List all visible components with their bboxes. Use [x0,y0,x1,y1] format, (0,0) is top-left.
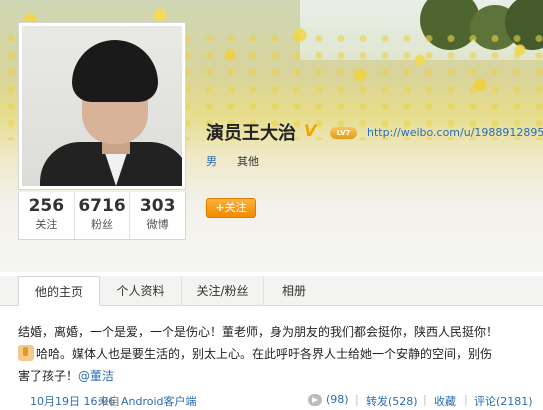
post-meta: 10月19日 16:06 来自 Android客户端 (98) | 转发(528… [0,389,543,410]
post-text: 结婚，离婚，一个是爱，一个是伤心！董老师，身为朋友的我们都会挺你，陕西人民挺你！… [18,321,538,387]
profile-location: 其他 [237,155,259,168]
comment-link[interactable]: 评论(2181) [474,393,533,409]
audio-icon[interactable] [308,394,322,406]
avatar-frame[interactable] [18,22,186,190]
stat-posts-label[interactable]: 微博 [130,217,185,233]
audio-count[interactable]: (98) [326,393,349,406]
favorite-link[interactable]: 收藏 [434,393,456,409]
stat-followers-label[interactable]: 粉丝 [75,217,130,233]
stat-following[interactable]: 256 关注 [19,192,74,239]
avatar-hair [72,40,158,102]
stat-following-count[interactable]: 256 [19,195,74,217]
post-text-line: 害了孩子！@董洁 [18,365,538,387]
separator: | [423,393,427,406]
thumbs-up-icon [18,345,34,361]
stat-following-label[interactable]: 关注 [19,217,74,233]
profile-tabs: 他的主页 个人资料 关注/粉丝 相册 [0,276,543,306]
profile-stats: 256 关注 6716 粉丝 303 微博 [18,192,186,240]
post-text-line: 结婚，离婚，一个是爱，一个是伤心！董老师，身为朋友的我们都会挺你，陕西人民挺你！ [18,325,499,339]
post-text-line-content: 害了孩子！ [18,369,79,383]
follow-button-label: 关注 [224,201,247,214]
profile-name: 演员王大治 [206,123,296,144]
tab-following-followers[interactable]: 关注/粉丝 [182,276,264,306]
mention-link[interactable]: @董洁 [78,369,114,383]
profile-url-link[interactable]: http://weibo.com/u/1988912895 [367,126,543,139]
tab-album[interactable]: 相册 [264,276,324,306]
level-badge[interactable]: LV7 [330,127,357,139]
repost-link[interactable]: 转发(528) [366,393,418,409]
plus-icon: + [215,201,225,214]
stat-posts-count[interactable]: 303 [130,195,185,217]
post-text-line: 哈哈。媒体人也是要生活的，别太上心。在此呼吁各界人士给她一个安静的空间，别伤 [18,343,538,365]
post-source-link[interactable]: Android客户端 [121,393,197,409]
post-text-line-content: 哈哈。媒体人也是要生活的，别太上心。在此呼吁各界人士给她一个安静的空间，别伤 [36,347,493,361]
tab-profile-info[interactable]: 个人资料 [100,276,182,306]
avatar[interactable] [22,26,182,186]
post-source-label: 来自 [98,395,120,408]
verified-icon[interactable]: V [304,121,316,140]
separator: | [464,393,468,406]
stat-followers-count[interactable]: 6716 [75,195,130,217]
follow-button[interactable]: +关注 [206,198,256,218]
profile-gender: 男 [206,155,217,168]
tab-home[interactable]: 他的主页 [18,276,100,306]
separator: | [355,393,359,406]
stat-followers[interactable]: 6716 粉丝 [73,192,130,239]
stat-posts[interactable]: 303 微博 [129,192,185,239]
